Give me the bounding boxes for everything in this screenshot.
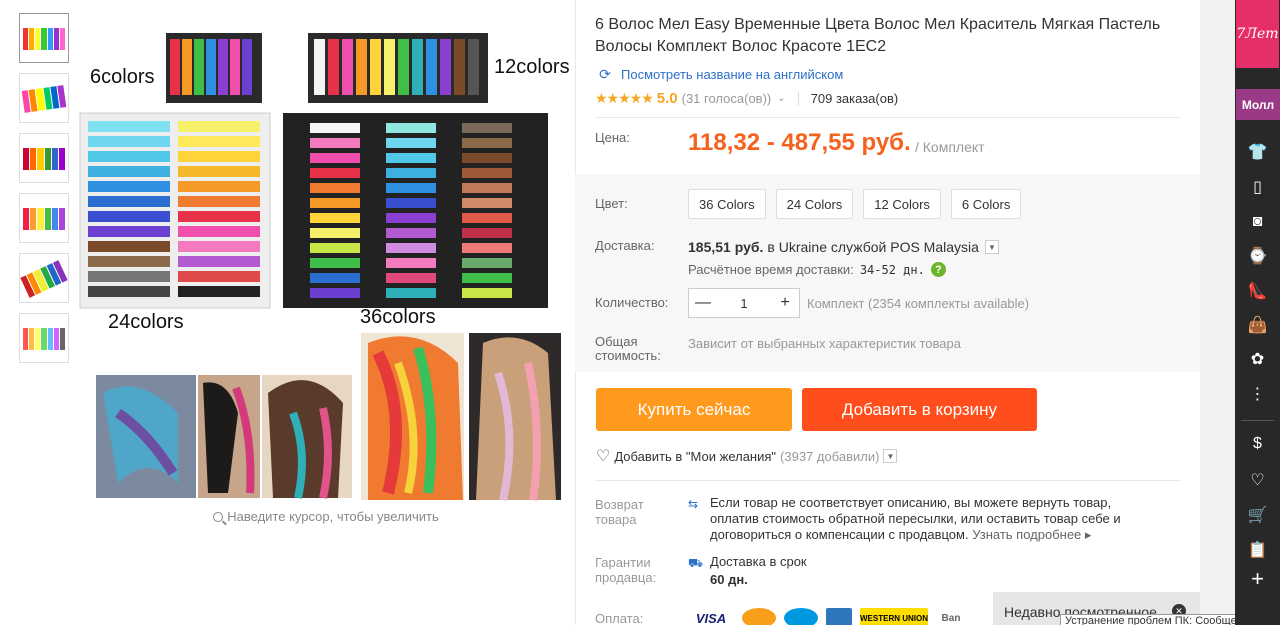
clothing-icon[interactable]: 👕 xyxy=(1235,141,1280,163)
product-page: 6colors 12colors 24colors 36colors Навед… xyxy=(0,0,1200,625)
shipping-label: Доставка: xyxy=(595,238,655,253)
wishlist-count: (3937 добавили) xyxy=(780,448,880,464)
maestro-icon xyxy=(784,608,818,625)
shipping-info: 185,51 руб. в Ukraine службой POS Malays… xyxy=(688,239,999,255)
magnifier-icon xyxy=(213,512,224,522)
color-label: Цвет: xyxy=(595,196,628,211)
help-icon[interactable]: ? xyxy=(930,262,946,277)
amex-icon xyxy=(826,608,852,625)
thumbnail[interactable] xyxy=(19,133,69,183)
learn-more-link[interactable]: Узнать подробнее ▸ xyxy=(972,527,1091,542)
returns-label: Возврат товара xyxy=(595,497,644,527)
product-title: 6 Волос Мел Easy Временные Цвета Волос М… xyxy=(595,16,1161,55)
chevron-down-icon[interactable]: ▼ xyxy=(883,449,898,463)
plus-icon[interactable]: + xyxy=(1235,566,1280,591)
wishlist-label: Добавить в "Мои желания" xyxy=(614,448,777,464)
shoe-icon[interactable]: 👠 xyxy=(1235,280,1280,302)
chevron-down-icon[interactable]: ⌄ xyxy=(777,93,785,104)
translate-icon: ⟳ xyxy=(599,65,611,82)
add-to-cart-button[interactable]: Добавить в корзину xyxy=(802,388,1037,431)
heart-icon[interactable]: ♡ xyxy=(1235,469,1280,491)
label-24colors: 24colors xyxy=(108,311,184,333)
system-notification: Устранение проблем ПК: Сообщений xyxy=(1060,614,1240,625)
rating-row: ★★★★★ 5.0 (31 голоса(ов)) ⌄ 709 заказа(о… xyxy=(595,90,898,107)
rating-stars-icon: ★★★★★ xyxy=(595,90,654,106)
color-options: 36 Colors 24 Colors 12 Colors 6 Colors xyxy=(688,189,1022,219)
coupon-icon[interactable]: $ xyxy=(1235,433,1280,455)
mastercard-icon xyxy=(742,608,776,625)
quantity-stepper: — 1 + xyxy=(688,288,800,318)
thumbnail[interactable] xyxy=(19,13,69,63)
anniversary-logo[interactable]: 7Лет xyxy=(1236,0,1279,68)
color-option-36[interactable]: 36 Colors xyxy=(688,189,766,219)
thumbnail[interactable] xyxy=(19,193,69,243)
label-12colors: 12colors xyxy=(494,56,570,78)
color-option-12[interactable]: 12 Colors xyxy=(863,189,941,219)
bank-icon: Ban xyxy=(941,612,961,624)
divider xyxy=(1241,420,1274,421)
minus-button[interactable]: — xyxy=(689,289,717,317)
return-icon: ⇆ xyxy=(688,497,699,511)
main-product-image[interactable]: 6colors 12colors 24colors 36colors xyxy=(78,13,574,503)
payment-label: Оплата: xyxy=(595,611,644,625)
thumbnail[interactable] xyxy=(19,253,69,303)
phone-icon[interactable]: ▯ xyxy=(1235,176,1280,198)
delivery-estimate: Расчётное время доставки: 34-52 дн. ? xyxy=(688,262,946,277)
visa-icon: VISA xyxy=(695,610,727,625)
price-unit: / Комплект xyxy=(915,139,985,155)
shipping-cost: 185,51 руб. xyxy=(688,239,764,255)
divider xyxy=(595,480,1181,481)
guarantee-label: Гарантии продавца: xyxy=(595,555,657,585)
more-icon[interactable]: ⋮ xyxy=(1235,383,1280,405)
quantity-label: Количество: xyxy=(595,295,669,310)
label-6colors: 6colors xyxy=(90,66,154,88)
camera-icon[interactable]: ◙ xyxy=(1235,211,1280,233)
color-option-24[interactable]: 24 Colors xyxy=(775,189,854,219)
payment-methods: VISA WESTERN UNION Ban xyxy=(688,608,966,625)
divider xyxy=(595,117,1181,118)
orders-count: 709 заказа(ов) xyxy=(810,91,899,106)
mall-button[interactable]: Молл xyxy=(1236,89,1280,120)
rating-votes[interactable]: (31 голоса(ов)) xyxy=(682,91,772,106)
zoom-hint: Наведите курсор, чтобы увеличить xyxy=(78,509,574,524)
total-value: Зависит от выбранных характеристик товар… xyxy=(688,336,961,351)
thumbnail-list xyxy=(19,13,71,373)
bag-icon[interactable]: 👜 xyxy=(1235,314,1280,336)
shipping-method: в Ukraine службой POS Malaysia xyxy=(767,239,979,255)
total-label: Общая стоимость: xyxy=(595,334,661,363)
divider xyxy=(797,91,799,106)
orders-icon[interactable]: 📋 xyxy=(1235,539,1280,561)
cart-icon[interactable]: 🛒 xyxy=(1235,504,1280,526)
guarantee-info: ⛟ Доставка в срок 60 дн. xyxy=(688,554,807,587)
price-value: 118,32 - 487,55 руб. xyxy=(688,129,911,156)
returns-info: ⇆ Если товар не соответствует описанию, … xyxy=(688,495,1121,542)
watch-icon[interactable]: ⌚ xyxy=(1235,245,1280,267)
plus-button[interactable]: + xyxy=(771,289,799,317)
price-label: Цена: xyxy=(595,130,630,145)
buy-now-button[interactable]: Купить сейчас xyxy=(596,388,792,431)
right-sidebar: 7Лет Молл 👕 ▯ ◙ ⌚ 👠 👜 ✿ ⋮ $ ♡ 🛒 📋 + xyxy=(1235,0,1280,625)
delivery-days: 34-52 дн. xyxy=(859,262,925,277)
color-option-6[interactable]: 6 Colors xyxy=(950,189,1022,219)
quantity-input[interactable]: 1 xyxy=(717,296,771,311)
truck-icon: ⛟ xyxy=(688,556,704,570)
translate-link[interactable]: ⟳ Посмотреть название на английском xyxy=(595,66,843,82)
toy-icon[interactable]: ✿ xyxy=(1235,348,1280,370)
western-union-icon: WESTERN UNION xyxy=(860,608,928,625)
label-36colors: 36colors xyxy=(360,306,436,328)
thumbnail[interactable] xyxy=(19,313,69,363)
stock-note: Комплект (2354 комплекты available) xyxy=(807,296,1030,311)
rating-score: 5.0 xyxy=(656,90,678,107)
thumbnail[interactable] xyxy=(19,73,69,123)
wishlist-row[interactable]: ♡ Добавить в "Мои желания" (3937 добавил… xyxy=(596,446,898,466)
chevron-down-icon[interactable]: ▼ xyxy=(984,240,999,254)
heart-plus-icon: ♡ xyxy=(596,448,611,465)
